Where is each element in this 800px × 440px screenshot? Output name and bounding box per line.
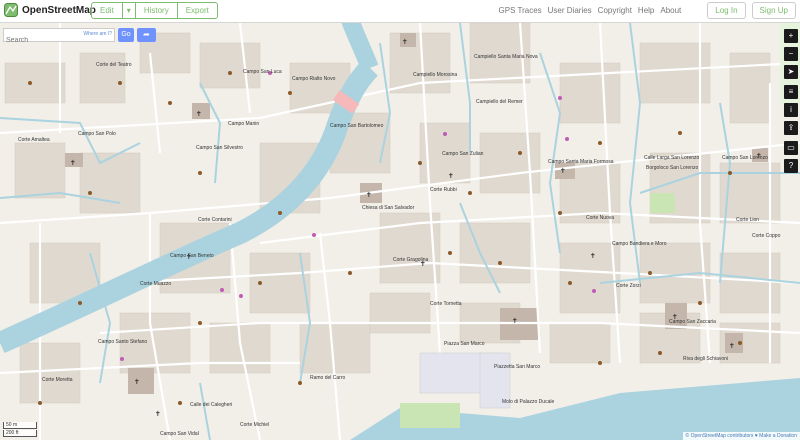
edit-button[interactable]: Edit (92, 3, 123, 18)
map-label: Campiello Morosina (413, 72, 457, 78)
nav-help[interactable]: Help (638, 6, 654, 15)
map-label: Chiesa di San Salvador (362, 205, 415, 211)
svg-text:✝: ✝ (155, 410, 161, 418)
map-label: Campo Rialto Novo (292, 76, 336, 82)
nav-gps-traces[interactable]: GPS Traces (499, 6, 542, 15)
map-label: Corte Coppo (752, 233, 781, 239)
map-label: Campo San Luca (243, 69, 282, 75)
map-label: Campo San Zaccaria (669, 319, 716, 325)
map-label: Campiello Santa Maria Nova (474, 54, 538, 60)
edit-dropdown-button[interactable]: ▾ (123, 3, 136, 18)
map-label: Calle Larga San Lorenzo (644, 155, 700, 161)
locate-arrow-icon: ➤ (787, 67, 795, 76)
secondary-nav: GPS Traces User Diaries Copyright Help A… (499, 2, 796, 19)
caret-down-icon: ▾ (126, 6, 131, 15)
attribution: © OpenStreetMap contributors ♥ Make a Do… (682, 432, 800, 440)
svg-text:✝: ✝ (448, 172, 454, 180)
map-label: Campo Santa Maria Formosa (548, 159, 614, 165)
map-label: Riva degli Schiavoni (683, 356, 728, 362)
svg-text:✝: ✝ (729, 342, 735, 350)
info-icon: i (790, 105, 792, 114)
donate-link[interactable]: ♥ Make a Donation (755, 433, 797, 439)
map-label: Campo San Zulian (442, 151, 484, 157)
plus-icon: + (788, 31, 794, 40)
layers-button[interactable]: ≡ (784, 85, 798, 99)
share-button[interactable]: ⇪ (784, 121, 798, 135)
map-label: Campo Bandiera e Moro (612, 241, 667, 247)
map-label: Corte Nuova (586, 215, 614, 221)
zoom-out-button[interactable]: − (784, 47, 798, 61)
map-label: Campo San Silvestro (196, 145, 243, 151)
map-tiles[interactable]: ✝✝✝ ✝✝✝ ✝✝✝ ✝✝ ✝ ✝✝✝ Corte del Teatro Cam… (0, 23, 800, 440)
directions-button[interactable]: ➦ (137, 28, 156, 42)
map-label: Campiello del Remer (476, 99, 523, 105)
svg-text:✝: ✝ (560, 167, 566, 175)
signup-button[interactable]: Sign Up (751, 2, 796, 19)
export-button[interactable]: Export (178, 3, 217, 18)
map-label: Campo San Vidal (160, 431, 199, 437)
layers-icon: ≡ (788, 87, 794, 96)
add-note-button[interactable]: ▭ (784, 141, 798, 155)
map-label: Corte Lion (736, 217, 759, 223)
map-label: Corte Amaltea (18, 137, 50, 143)
svg-text:✝: ✝ (134, 378, 140, 386)
map-label: Campo San Polo (78, 131, 116, 137)
nav-about[interactable]: About (660, 6, 681, 15)
logo[interactable]: OpenStreetMap (4, 3, 96, 17)
map-label: Corte Rubbi (430, 187, 457, 193)
map-label: Calle dei Calegheri (190, 402, 232, 408)
query-features-button[interactable]: ? (784, 159, 798, 173)
nav-user-diaries[interactable]: User Diaries (548, 6, 592, 15)
svg-text:✝: ✝ (402, 38, 408, 46)
map-label: Piazzetta San Marco (494, 364, 540, 370)
search-box: Where am I? (3, 28, 115, 47)
map-label: Campo Manin (228, 121, 259, 127)
map-label: Corte Muazzo (140, 281, 171, 287)
map-label: Campo San Beneto (170, 253, 214, 259)
map-controls: + − ➤ ≡ i ⇪ ▭ ? (784, 29, 798, 177)
map-label: Corte Tornetta (430, 301, 462, 307)
map-label: Corte Contarini (198, 217, 232, 223)
svg-text:✝: ✝ (196, 110, 202, 118)
map-label: Corte Moretta (42, 377, 73, 383)
map-canvas[interactable]: ✝ ✝ ✝ ✝ ✝ ✝ ✝ ✝ ✝ ✝ ✝ ✝ ✝ ✝ ✝ Corte del Teatro Cam… (0, 23, 800, 440)
nav-copyright[interactable]: Copyright (598, 6, 632, 15)
scale-imperial: 200 ft (3, 430, 37, 437)
map-label: Ramo del Carro (310, 375, 346, 381)
map-label: Campo San Bartolomeo (330, 123, 384, 129)
svg-text:✝: ✝ (70, 159, 76, 167)
map-label: Corte del Teatro (96, 62, 132, 68)
edit-button-group: Edit ▾ History Export (91, 2, 218, 19)
copyright-link[interactable]: © OpenStreetMap contributors (686, 433, 754, 439)
map-label: Corte Gragolina (393, 257, 429, 263)
minus-icon: − (788, 49, 794, 58)
locate-button[interactable]: ➤ (784, 65, 798, 79)
map-label: Borgoloco San Lorenzo (646, 165, 698, 171)
map-label: Campo Santo Stefano (98, 339, 147, 345)
note-icon: ▭ (787, 143, 795, 152)
scale-metric: 50 m (3, 422, 37, 429)
top-navigation-bar: OpenStreetMap Edit ▾ History Export GPS … (0, 0, 800, 23)
share-icon: ⇪ (787, 123, 795, 132)
map-label: Campo San Lorenzo (722, 155, 768, 161)
map-scale: 50 m 200 ft (3, 421, 37, 437)
where-am-i-link[interactable]: Where am I? (83, 31, 112, 37)
query-cursor-icon: ? (788, 161, 794, 170)
search-go-button[interactable]: Go (118, 28, 134, 42)
search-input[interactable] (4, 34, 86, 47)
directions-icon: ➦ (143, 30, 150, 39)
zoom-in-button[interactable]: + (784, 29, 798, 43)
app-title: OpenStreetMap (22, 4, 96, 16)
login-button[interactable]: Log In (707, 2, 746, 19)
history-button[interactable]: History (136, 3, 178, 18)
map-label: Molo di Palazzo Ducale (502, 399, 554, 405)
map-label: Piazza San Marco (444, 341, 485, 347)
map-label: Corte Zorzi (616, 283, 641, 289)
svg-text:✝: ✝ (366, 191, 372, 199)
map-key-button[interactable]: i (784, 103, 798, 117)
svg-text:✝: ✝ (512, 317, 518, 325)
map-label: Corte Michiel (240, 422, 269, 428)
osm-logo-icon (4, 3, 18, 17)
svg-text:✝: ✝ (590, 252, 596, 260)
